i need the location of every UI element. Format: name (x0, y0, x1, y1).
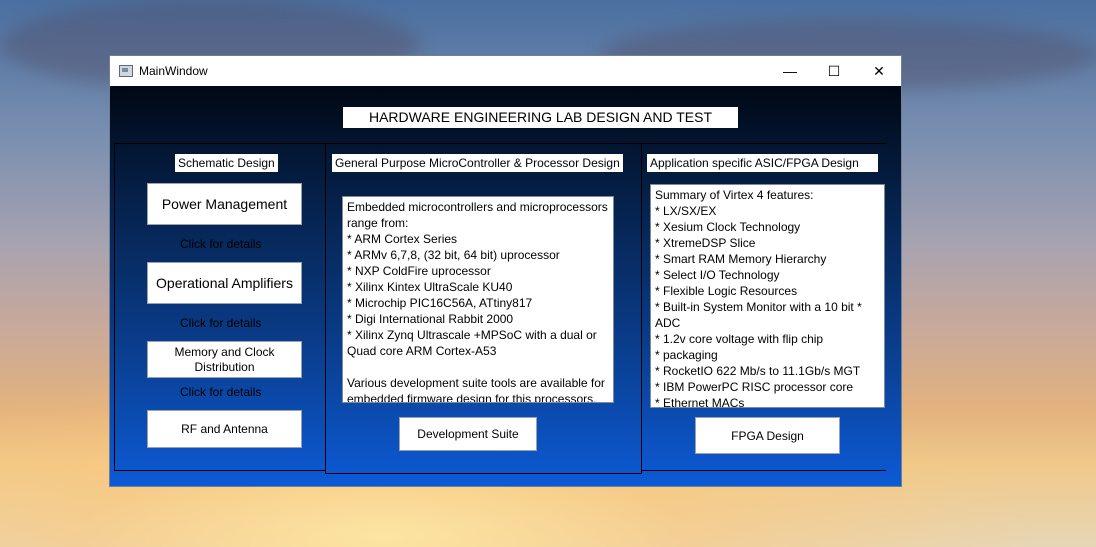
microcontroller-title: General Purpose MicroController & Proces… (332, 154, 623, 172)
text-line: * Select I/O Technology (655, 268, 780, 282)
maximize-button[interactable]: ☐ (811, 56, 857, 86)
text-line: * ARM Cortex Series (347, 232, 458, 246)
development-suite-button[interactable]: Development Suite (399, 417, 537, 451)
text-line: embedded firmware design for this proces… (347, 392, 597, 403)
operational-amplifiers-button[interactable]: Operational Amplifiers (147, 262, 302, 304)
text-line: * Xilinx Kintex UltraScale KU40 (347, 280, 513, 294)
schematic-panel: Schematic Design Power Management Click … (114, 143, 326, 471)
text-line: * Microchip PIC16C56A, ATtiny817 (347, 296, 533, 310)
text-line: * ARMv 6,7,8, (32 bit, 64 bit) uprocesso… (347, 248, 560, 262)
rf-antenna-button[interactable]: RF and Antenna (147, 410, 302, 448)
text-line: * RocketIO 622 Mb/s to 11.1Gb/s MGT (655, 364, 861, 378)
click-for-details-hint: Click for details (180, 385, 262, 399)
page-title: HARDWARE ENGINEERING LAB DESIGN AND TEST (343, 107, 738, 128)
power-management-button[interactable]: Power Management (147, 183, 302, 225)
text-line: * Flexible Logic Resources (655, 284, 798, 298)
text-line: Quad core ARM Cortex-A53 (347, 344, 497, 358)
client-area: HARDWARE ENGINEERING LAB DESIGN AND TEST… (110, 86, 901, 486)
text-line: * Xesium Clock Technology (655, 220, 801, 234)
text-line: * LX/SX/EX (655, 204, 717, 218)
text-line: * packaging (655, 348, 718, 362)
text-line: * XtremeDSP Slice (655, 236, 756, 250)
asic-fpga-title: Application specific ASIC/FPGA Design (647, 154, 878, 172)
text-line: * IBM PowerPC RISC processor core (655, 380, 854, 394)
text-line: * NXP ColdFire uprocessor (347, 264, 491, 278)
text-line: * Xilinx Zynq Ultrascale +MPSoC with a d… (347, 328, 597, 342)
virtex4-features-description[interactable]: Summary of Virtex 4 features: * LX/SX/EX… (650, 184, 885, 408)
main-window: MainWindow — ☐ ✕ HARDWARE ENGINEERING LA… (109, 55, 902, 487)
fpga-design-button[interactable]: FPGA Design (695, 417, 840, 454)
text-line: ADC (655, 316, 681, 330)
memory-clock-button[interactable]: Memory and Clock Distribution (147, 341, 302, 378)
minimize-button[interactable]: — (767, 56, 813, 86)
app-window-icon (119, 65, 133, 77)
text-line: range from: (347, 216, 409, 230)
microcontroller-description[interactable]: Embedded microcontrollers and microproce… (342, 196, 614, 403)
text-line: * 1.2v core voltage with flip chip (655, 332, 824, 346)
click-for-details-hint: Click for details (180, 316, 262, 330)
schematic-title: Schematic Design (175, 154, 278, 172)
text-line: Summary of Virtex 4 features: (655, 188, 814, 202)
close-button[interactable]: ✕ (856, 56, 902, 86)
window-title: MainWindow (139, 64, 208, 78)
microcontroller-panel: General Purpose MicroController & Proces… (325, 143, 642, 474)
title-bar[interactable]: MainWindow — ☐ ✕ (110, 56, 901, 86)
asic-fpga-panel: Application specific ASIC/FPGA Design Su… (641, 143, 886, 471)
text-line: Various development suite tools are avai… (347, 376, 605, 390)
text-line: Embedded microcontrollers and microproce… (347, 200, 608, 214)
text-line: * Built-in System Monitor with a 10 bit … (655, 300, 862, 314)
text-line: * Smart RAM Memory Hierarchy (655, 252, 827, 266)
text-line: * Ethernet MACs (655, 396, 745, 408)
click-for-details-hint: Click for details (180, 237, 262, 251)
text-line (347, 359, 609, 375)
text-line: * Digi International Rabbit 2000 (347, 312, 514, 326)
